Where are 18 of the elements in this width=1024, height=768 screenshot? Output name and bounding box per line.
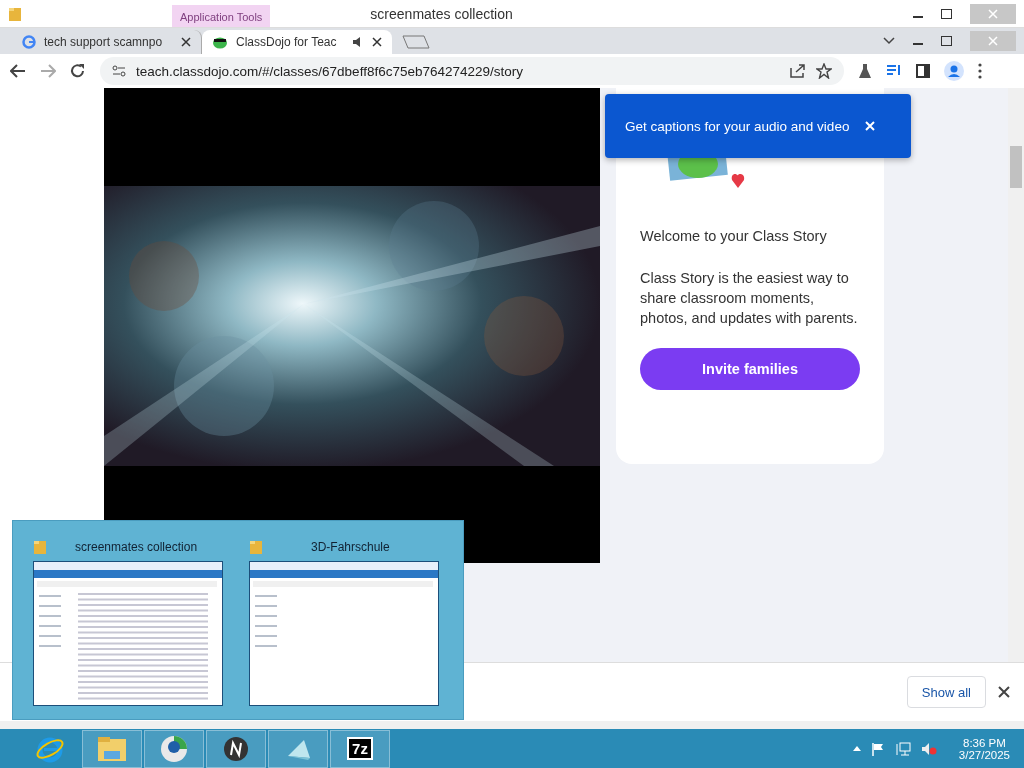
clock-time: 8:36 PM xyxy=(963,736,1006,749)
url-text: teach.classdojo.com/#/classes/67dbeff8f6c75eb764274229/story xyxy=(136,63,524,79)
tab-title: tech support scamnpo xyxy=(44,35,164,50)
show-all-button[interactable]: Show all xyxy=(906,676,986,709)
address-bar[interactable]: teach.classdojo.com/#/classes/67dbeff8f6c75eb764274229/story xyxy=(100,57,844,86)
card-description: Class Story is the easiest way to share classroom moments, photos, and updates with parents. xyxy=(640,269,859,329)
invite-button[interactable]: Invite families xyxy=(640,348,860,391)
clock-date: 3/27/2025 xyxy=(958,748,1010,761)
preview-title: screenmates collection xyxy=(75,540,198,554)
tab-title: ClassDojo for Teac xyxy=(236,35,338,50)
card-heading: Welcome to your Class Story xyxy=(640,228,828,245)
preview-title: 3D-Fahrschule xyxy=(311,540,390,554)
archive-app-icon[interactable]: 7z xyxy=(347,737,373,761)
taskbar-button[interactable]: 7z xyxy=(330,729,390,768)
ribbon-context-tab[interactable]: Application Tools xyxy=(172,5,271,28)
browser-tab[interactable]: ClassDojo for Teac xyxy=(202,30,392,55)
tooltip-text: Get captions for your audio and video xyxy=(625,118,850,134)
window-title: screenmates collection xyxy=(370,5,513,22)
